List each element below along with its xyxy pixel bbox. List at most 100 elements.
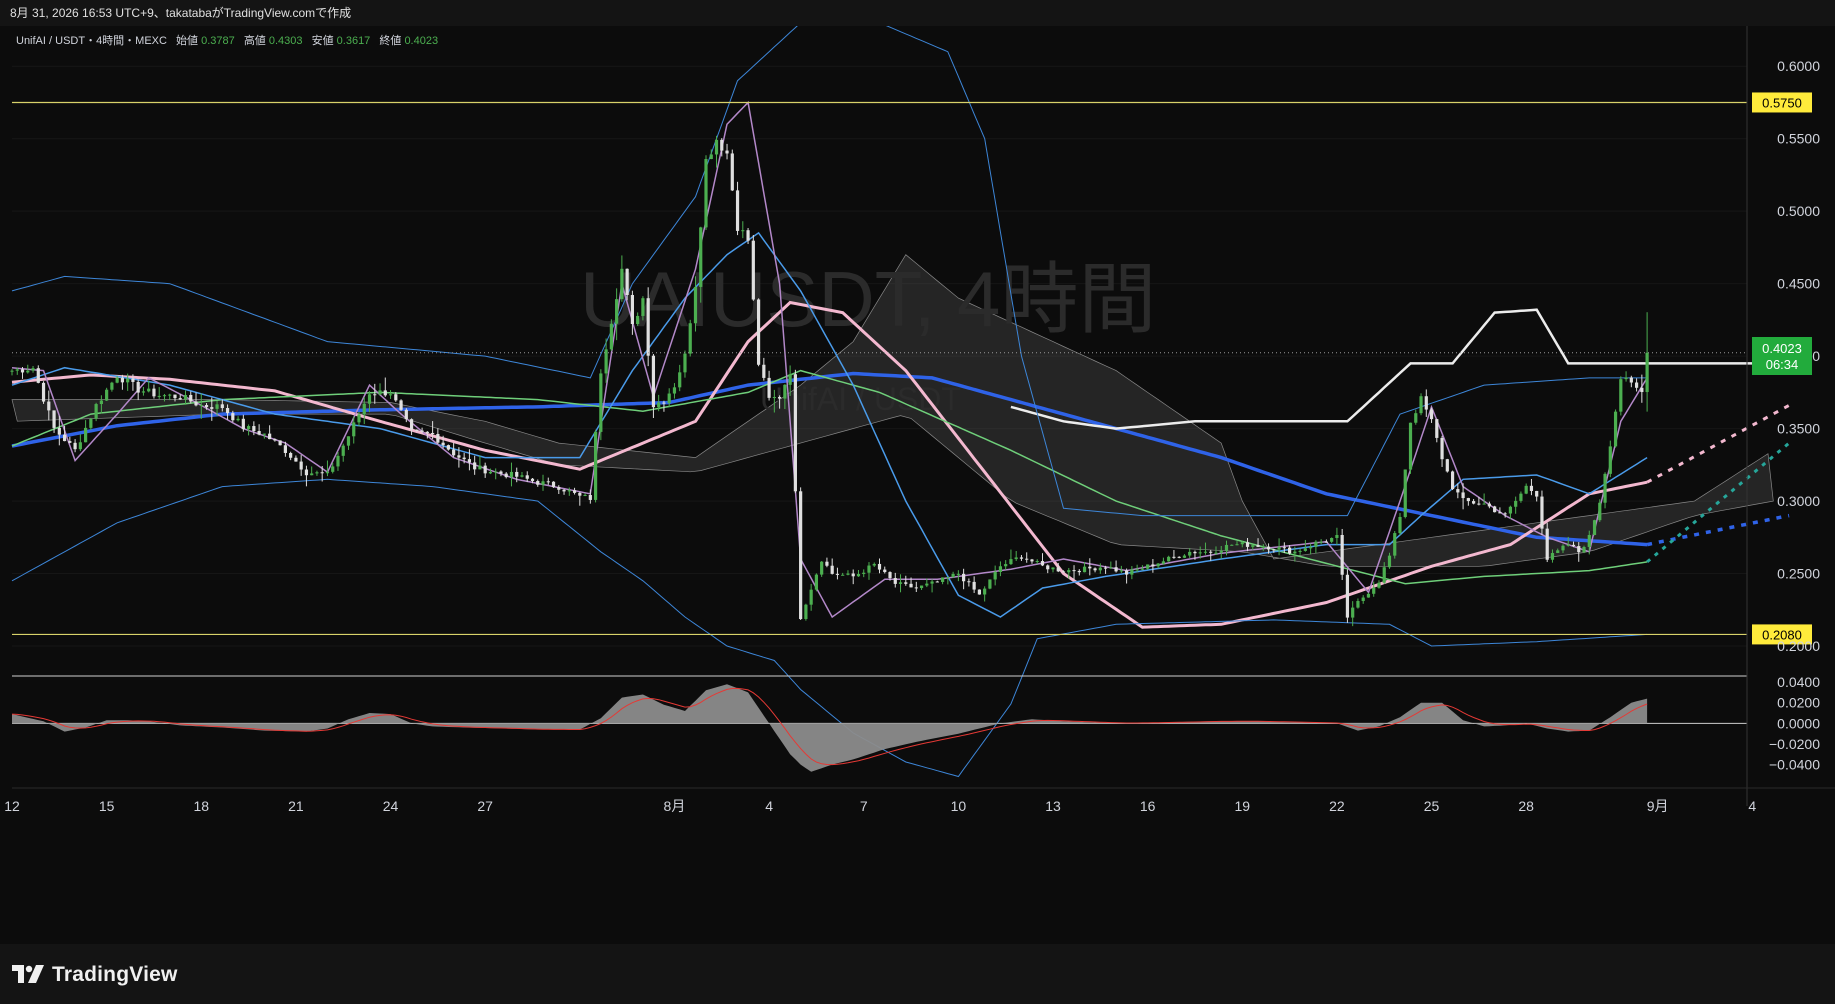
candle-body <box>483 465 487 474</box>
candle-body <box>746 230 750 241</box>
candle-body <box>1256 545 1260 547</box>
candle-body <box>210 407 214 409</box>
candle-body <box>1493 506 1497 513</box>
candle-body <box>1598 502 1602 521</box>
candle-body <box>346 436 351 446</box>
candle-body <box>110 382 114 390</box>
candle-body <box>1403 469 1407 517</box>
candle-body <box>388 394 393 396</box>
candle-body <box>1335 534 1339 538</box>
tradingview-logo[interactable]: TradingView <box>12 962 178 988</box>
candle-body <box>1172 556 1176 558</box>
candle-body <box>962 573 966 582</box>
legend-close-label: 終値 <box>379 33 401 47</box>
candle-body <box>825 561 829 566</box>
candle-body <box>1240 542 1244 545</box>
candle-body <box>131 378 135 382</box>
candle-body <box>457 455 461 458</box>
candle-body <box>173 394 177 399</box>
candle-body <box>1619 379 1623 412</box>
candle-body <box>678 372 682 388</box>
candle-body <box>767 377 771 398</box>
candle-body <box>1009 559 1013 565</box>
candle-body <box>225 408 230 414</box>
candle-body <box>898 582 903 584</box>
candle-body <box>399 400 403 410</box>
candle-body <box>1345 574 1350 618</box>
candle-body <box>1477 503 1481 505</box>
candle-body <box>105 389 109 401</box>
last-price-tag: 0.4023 06:34 <box>1752 337 1812 375</box>
candle-body <box>704 159 708 228</box>
candle-body <box>1419 396 1423 414</box>
candle-body <box>1167 556 1171 562</box>
x-tick-label: 24 <box>383 798 399 814</box>
candle-body <box>1456 489 1460 493</box>
candle-body <box>141 391 146 393</box>
legend-low-value: 0.3617 <box>337 35 371 47</box>
candle-body <box>162 395 167 397</box>
candle-body <box>1151 564 1155 567</box>
x-tick-label: 13 <box>1045 798 1061 814</box>
candle-body <box>310 473 314 476</box>
candle-body <box>1556 550 1560 554</box>
x-tick-label: 7 <box>860 798 868 814</box>
candle-body <box>315 472 319 474</box>
candle-body <box>772 397 776 399</box>
candle-body <box>1472 501 1476 504</box>
candle-body <box>1072 570 1076 572</box>
candle-body <box>730 153 734 191</box>
price-chart[interactable]: UAIUSDT, 4時間 UnifAI / USDT 0.57500.2080 … <box>0 26 1835 944</box>
candle-body <box>394 394 398 401</box>
candle-body <box>1051 567 1055 570</box>
candle-body <box>304 469 309 476</box>
candle-body <box>1277 547 1281 550</box>
candle-body <box>620 268 624 300</box>
candle-body <box>220 404 224 409</box>
candle-body <box>636 315 640 325</box>
macd-tick-label: 0.0200 <box>1777 695 1820 711</box>
candle-body <box>299 461 303 470</box>
candle-body <box>1014 557 1018 560</box>
candle-body <box>1182 555 1187 558</box>
candle-body <box>446 445 450 450</box>
candle-body <box>1119 570 1123 572</box>
candle-body <box>835 573 840 575</box>
x-tick-label: 9月 <box>1647 798 1669 814</box>
candle-body <box>1482 503 1486 505</box>
candle-body <box>1524 485 1528 494</box>
candle-body <box>367 394 372 404</box>
candle-body <box>804 604 808 620</box>
candle-body <box>1203 551 1208 553</box>
candle-body <box>84 427 88 443</box>
y-tick-label: 0.5500 <box>1777 131 1820 147</box>
macd-tick-label: 0.0000 <box>1777 715 1820 731</box>
candle-body <box>520 475 524 477</box>
candle-body <box>509 471 514 478</box>
x-tick-label: 8月 <box>664 798 686 814</box>
x-tick-label: 10 <box>951 798 967 814</box>
candle-body <box>667 393 671 404</box>
candle-body <box>1067 570 1071 573</box>
candle-body <box>204 405 209 408</box>
candle-body <box>1093 568 1097 571</box>
x-tick-label: 27 <box>477 798 493 814</box>
candle-body <box>1198 552 1202 554</box>
candle-body <box>1356 601 1360 608</box>
candle-body <box>1592 520 1597 535</box>
legend-close-value: 0.4023 <box>404 35 438 47</box>
candle-body <box>68 441 72 443</box>
candle-body <box>1287 547 1292 554</box>
candle-body <box>47 401 51 411</box>
candle-body <box>1056 567 1060 572</box>
candle-body <box>846 573 850 575</box>
candle-body <box>152 388 156 397</box>
candle-body <box>714 139 719 155</box>
candle-body <box>683 353 687 373</box>
candle-body <box>693 286 698 324</box>
legend-open-label: 始値 <box>176 33 198 47</box>
candle-body <box>436 433 440 443</box>
candle-body <box>452 449 456 456</box>
candle-body <box>1440 437 1444 460</box>
candle-body <box>1445 459 1449 472</box>
